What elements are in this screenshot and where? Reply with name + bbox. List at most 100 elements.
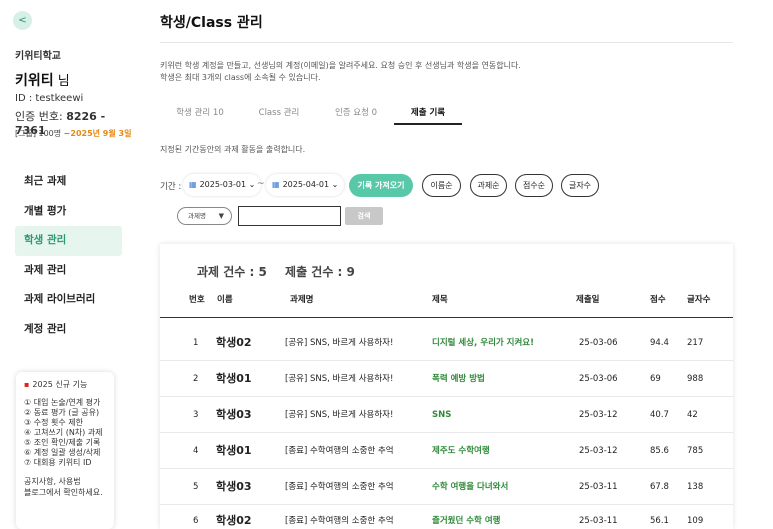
sidebar-collapse-button[interactable]: < (13, 11, 32, 30)
cell-chars: 138 (687, 482, 704, 492)
new-features-notice[interactable]: ▪ 2025 신규 기능 ① 대입 논술/연계 평가 ② 동료 평가 (글 공유)… (16, 372, 114, 529)
table-row[interactable]: 5 학생03 [종료] 수학여행의 소중한 추억 수학 여행을 다녀와서 25-… (160, 469, 733, 505)
cell-date: 25-03-06 (579, 374, 618, 384)
record-counts: 과제 건수 : 5 제출 건수 : 9 (197, 263, 369, 280)
description-line: 학생은 최대 3개의 class에 소속될 수 있습니다. (160, 73, 321, 82)
group-prefix: [그룹] 100명 ~ (15, 129, 71, 138)
group-info: [그룹] 100명 ~2025년 9월 3일 (15, 128, 131, 139)
notice-feature: ⑤ 조인 확인/제출 기록 (24, 438, 101, 447)
cell-task: [종료] 수학여행의 소중한 추억 (285, 482, 394, 492)
cell-title[interactable]: 수학 여행을 다녀와서 (432, 469, 508, 505)
chevron-down-icon: ▼ (218, 212, 224, 220)
cell-task: [공유] SNS, 바르게 사용하자! (285, 338, 394, 348)
notice-feature: ① 대입 논술/연계 평가 (24, 398, 101, 407)
cell-task: [종료] 수학여행의 소중한 추억 (285, 446, 394, 456)
chevron-down-icon: ⌄ (329, 180, 339, 189)
sidebar-item-task-library[interactable]: 과제 라이브러리 (15, 285, 122, 315)
calendar-icon: ▦ (189, 180, 197, 189)
cell-title[interactable]: 즐거웠던 수학 여행 (432, 503, 500, 529)
notice-title: ▪ 2025 신규 기능 (24, 379, 106, 390)
page-title: 학생/Class 관리 (160, 15, 263, 31)
column-header-title[interactable]: 제목 (432, 293, 448, 305)
sidebar: < 키위티학교 키위티 님 ID : testkeewi 인증 번호: 8226… (0, 0, 138, 529)
table-row[interactable]: 6 학생02 [종료] 수학여행의 소중한 추억 즐거웠던 수학 여행 25-0… (160, 503, 733, 529)
column-header-date[interactable]: 제출일 (576, 293, 599, 305)
start-date-picker[interactable]: ▦ 2025-03-01 ⌄ (183, 174, 262, 196)
cell-date: 25-03-11 (579, 482, 618, 492)
search-button[interactable]: 검색 (345, 207, 383, 225)
column-header-name[interactable]: 이름 (217, 293, 233, 305)
sort-by-score-button[interactable]: 점수순 (515, 174, 553, 197)
notice-footer-line: 블로그에서 확인하세요. (24, 488, 103, 497)
sidebar-item-recent-tasks[interactable]: 최근 과제 (15, 167, 122, 197)
tab-auth-request[interactable]: 인증 요청 0 (318, 103, 394, 125)
end-date-picker[interactable]: ▦ 2025-04-01 ⌄ (266, 174, 345, 196)
title-divider (160, 42, 733, 43)
table-row[interactable]: 2 학생01 [공유] SNS, 바르게 사용하자! 폭력 예방 방법 25-0… (160, 361, 733, 397)
cell-task: [공유] SNS, 바르게 사용하자! (285, 374, 394, 384)
cell-score: 85.6 (650, 446, 669, 456)
sidebar-item-account-mgmt[interactable]: 계정 관리 (15, 315, 122, 345)
table-row[interactable]: 3 학생03 [공유] SNS, 바르게 사용하자! SNS 25-03-12 … (160, 397, 733, 433)
tab-bar: 학생 관리 10 Class 관리 인증 요청 0 제출 기록 (160, 103, 480, 125)
submission-count: 제출 건수 : 9 (285, 265, 355, 279)
cell-score: 69 (650, 374, 661, 384)
cell-score: 40.7 (650, 410, 669, 420)
cell-title[interactable]: 제주도 수학여행 (432, 433, 490, 469)
description-line: 키위런 학생 계정을 만들고, 선생님의 계정(이메일)을 알려주세요. 요청 … (160, 61, 521, 70)
calendar-icon: ▦ (272, 180, 280, 189)
cell-date: 25-03-12 (579, 410, 618, 420)
search-row: 과제명 ▼ 검색 (177, 206, 397, 226)
cell-date: 25-03-11 (579, 516, 618, 526)
notice-footer: 공지사항, 사용법 블로그에서 확인하세요. (24, 476, 106, 498)
tab-class-mgmt[interactable]: Class 관리 (240, 103, 318, 125)
cell-name: 학생03 (216, 480, 252, 493)
main-content: 학생/Class 관리 키위런 학생 계정을 만들고, 선생님의 계정(이메일)… (160, 0, 773, 529)
sidebar-item-student-mgmt[interactable]: 학생 관리 (15, 226, 122, 256)
sidebar-item-individual-eval[interactable]: 개별 평가 (15, 197, 122, 227)
column-header-task[interactable]: 과제명 (290, 293, 313, 305)
cell-chars: 217 (687, 338, 704, 348)
sidebar-item-task-mgmt[interactable]: 과제 관리 (15, 256, 122, 286)
user-name: 키위티 님 (15, 70, 70, 90)
cell-name: 학생01 (216, 372, 252, 385)
user-name-suffix: 님 (53, 74, 70, 89)
sidebar-nav: 최근 과제 개별 평가 학생 관리 과제 관리 과제 라이브러리 계정 관리 (15, 167, 122, 344)
sort-by-name-button[interactable]: 이름순 (422, 174, 461, 197)
cell-no: 2 (193, 374, 199, 384)
notice-feature: ⑦ 대회용 키위티 ID (24, 458, 92, 467)
cell-score: 56.1 (650, 516, 669, 526)
cell-no: 4 (193, 446, 199, 456)
cell-chars: 42 (687, 410, 698, 420)
records-card: 과제 건수 : 5 제출 건수 : 9 번호 이름 과제명 제목 제출일 점수 … (160, 244, 733, 529)
cell-title[interactable]: SNS (432, 397, 451, 433)
table-row[interactable]: 1 학생02 [공유] SNS, 바르게 사용하자! 디지털 세상, 우리가 지… (160, 325, 733, 361)
notice-feature: ③ 수정 횟수 제한 (24, 418, 83, 427)
auth-code-label: 인증 번호: (15, 110, 67, 123)
cell-no: 3 (193, 410, 199, 420)
end-date-value: 2025-04-01 (282, 180, 330, 189)
cell-name: 학생01 (216, 444, 252, 457)
cell-title[interactable]: 디지털 세상, 우리가 지켜요! (432, 325, 534, 361)
cell-title[interactable]: 폭력 예방 방법 (432, 361, 485, 397)
column-header-chars[interactable]: 글자수 (687, 293, 710, 305)
notice-footer-line: 공지사항, 사용법 (24, 477, 81, 486)
cell-name: 학생02 (216, 514, 252, 527)
sort-by-length-button[interactable]: 글자수 (561, 174, 599, 197)
cell-name: 학생02 (216, 336, 252, 349)
fetch-records-button[interactable]: 기록 가져오기 (349, 174, 413, 197)
column-header-score[interactable]: 점수 (650, 293, 666, 305)
sort-by-task-button[interactable]: 과제순 (470, 174, 507, 197)
filter-bar: 기간 : ▦ 2025-03-01 ⌄ ~ ▦ 2025-04-01 ⌄ 기록 가져… (160, 174, 620, 198)
notice-title-text: 2025 신규 기능 (32, 380, 88, 389)
group-expiry-date: 2025년 9월 3일 (70, 129, 132, 138)
period-label: 기간 : (160, 182, 182, 192)
tab-student-mgmt[interactable]: 학생 관리 10 (160, 103, 240, 125)
table-row[interactable]: 4 학생01 [종료] 수학여행의 소중한 추억 제주도 수학여행 25-03-… (160, 433, 733, 469)
search-input[interactable] (238, 206, 341, 226)
search-field-select[interactable]: 과제명 ▼ (177, 207, 232, 225)
notice-feature: ② 동료 평가 (글 공유) (24, 408, 100, 417)
column-header-no[interactable]: 번호 (189, 293, 205, 305)
tab-submission-records[interactable]: 제출 기록 (394, 103, 462, 125)
user-name-text: 키위티 (15, 73, 54, 89)
